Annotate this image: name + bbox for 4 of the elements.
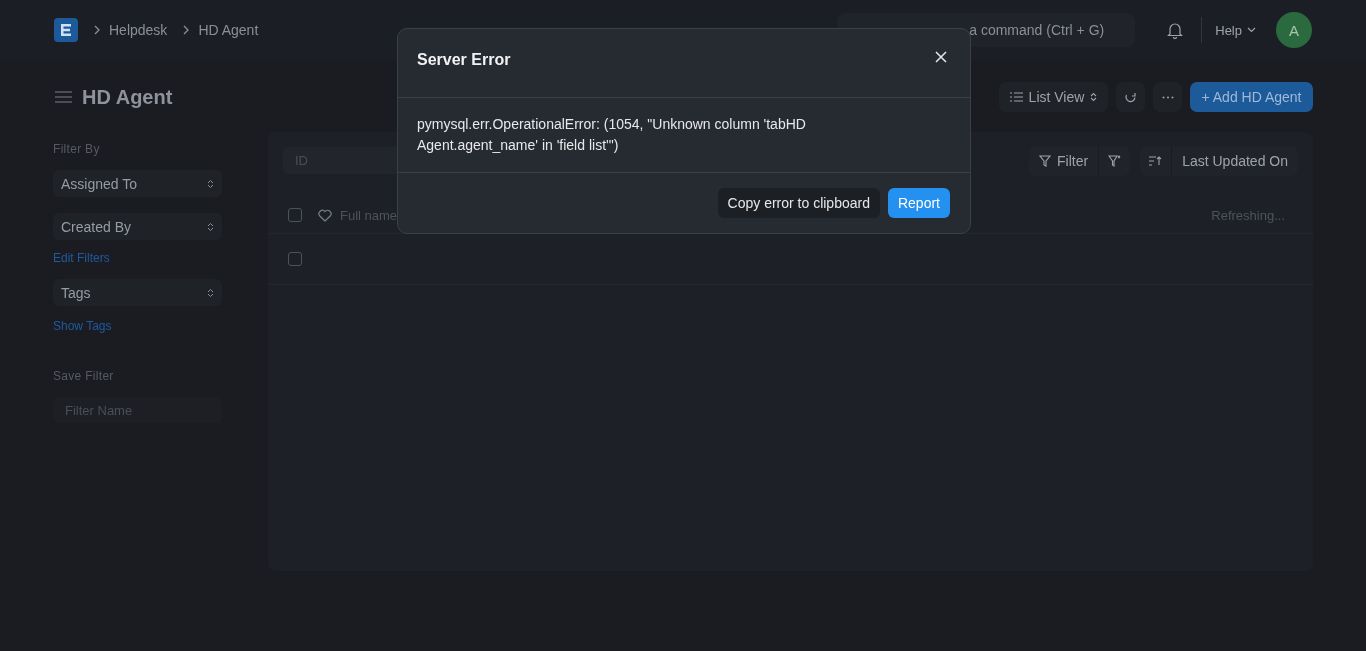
page-title: HD Agent <box>82 85 173 109</box>
dialog-title: Server Error <box>417 51 511 69</box>
sidebar-heading: Save Filter <box>53 369 115 383</box>
sidebar-heading: Filter By <box>53 142 101 156</box>
